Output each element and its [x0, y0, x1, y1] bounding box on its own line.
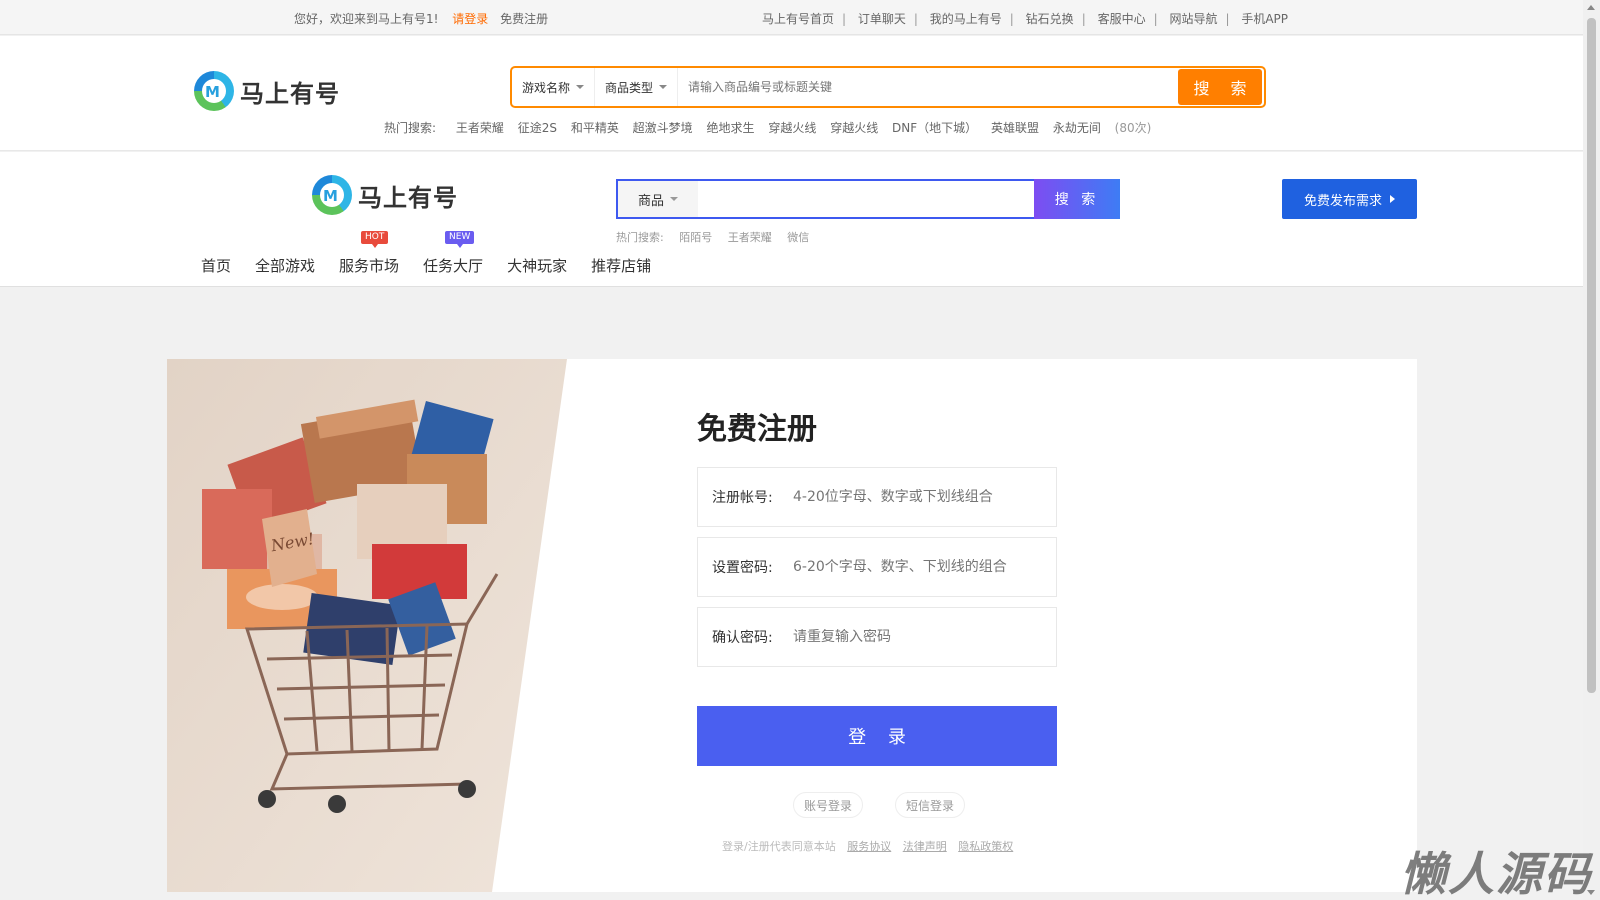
product-type-label: 商品类型 [605, 80, 654, 95]
top-link-app[interactable]: 手机APP [1241, 12, 1288, 26]
hot-search-item[interactable]: 穿越火线 [830, 121, 878, 135]
account-label: 注册帐号: [712, 490, 773, 506]
top-link-home[interactable]: 马上有号首页 [762, 12, 834, 26]
search-input[interactable] [678, 68, 1178, 106]
nav-label: 推荐店铺 [591, 257, 652, 275]
hot-search-secondary: 热门搜索: 陌陌号 王者荣耀 微信 [616, 229, 821, 245]
hot-search-item[interactable]: 穿越火线 [768, 121, 816, 135]
account-input[interactable] [793, 489, 1056, 505]
site-logo-secondary[interactable]: M 马上有号 [312, 175, 458, 215]
hot-search-primary: 热门搜索: 王者荣耀 征途2S 和平精英 超激斗梦境 绝地求生 穿越火线 穿越火… [384, 119, 1161, 136]
nav-item-all-games[interactable]: 全部游戏 [255, 255, 315, 276]
hot-search-item[interactable]: 陌陌号 [679, 231, 712, 244]
welcome-area: 您好，欢迎来到马上有号1! 请登录 免费注册 [294, 10, 548, 27]
hot-search-item[interactable]: 王者荣耀 [456, 121, 504, 135]
hot-badge: HOT [361, 231, 389, 248]
search-bar-secondary: 商品 搜 索 [616, 179, 1120, 219]
agreement-line: 登录/注册代表同意本站 服务协议 法律声明 隐私政策权 [722, 838, 1013, 854]
service-agreement-link[interactable]: 服务协议 [847, 840, 891, 853]
shopping-cart-illustration: New! [167, 359, 567, 892]
hot-search-item[interactable]: 微信 [787, 231, 809, 244]
hot-search-item[interactable]: DNF（地下城） [892, 121, 977, 135]
hot-search-count: (80次) [1114, 121, 1152, 135]
form-title: 免费注册 [697, 412, 817, 447]
confirm-password-field: 确认密码: [697, 607, 1057, 667]
agreement-text: 登录/注册代表同意本站 [722, 840, 836, 853]
vertical-scrollbar[interactable] [1583, 0, 1600, 900]
nav-label: 大神玩家 [507, 257, 568, 275]
publish-demand-button[interactable]: 免费发布需求 [1282, 179, 1417, 219]
header-secondary: M 马上有号 商品 搜 索 热门搜索: 陌陌号 王者荣耀 微信 免费发布需求 首… [0, 152, 1583, 287]
publish-demand-label: 免费发布需求 [1303, 193, 1382, 209]
scrollbar-thumb[interactable] [1587, 18, 1596, 693]
nav-label: 任务大厅 [423, 257, 484, 275]
game-name-label: 游戏名称 [522, 80, 571, 95]
hot-search-item[interactable]: 超激斗梦境 [633, 121, 693, 135]
search-button[interactable]: 搜 索 [1178, 69, 1262, 105]
nav-item-home[interactable]: 首页 [201, 255, 231, 276]
account-field: 注册帐号: [697, 467, 1057, 527]
legal-notice-link[interactable]: 法律声明 [903, 840, 947, 853]
password-input[interactable] [793, 559, 1056, 575]
chevron-down-icon [659, 85, 668, 89]
password-label: 设置密码: [712, 560, 773, 576]
hot-search-label: 热门搜索: [616, 231, 664, 244]
privacy-policy-link[interactable]: 隐私政策权 [958, 840, 1013, 853]
register-link[interactable]: 免费注册 [500, 12, 548, 26]
search-button-secondary[interactable]: 搜 索 [1034, 179, 1120, 219]
logo-icon: M [312, 175, 352, 215]
welcome-text: 您好，欢迎来到马上有号1! [294, 12, 439, 26]
nav-label: 服务市场 [339, 257, 400, 275]
nav-item-service-market[interactable]: HOT 服务市场 [339, 231, 400, 276]
category-dropdown[interactable]: 商品 [618, 181, 698, 217]
confirm-password-input[interactable] [793, 629, 1056, 645]
top-bar: 您好，欢迎来到马上有号1! 请登录 免费注册 马上有号首页 | 订单聊天 | 我的马… [0, 0, 1583, 35]
confirm-password-label: 确认密码: [712, 630, 773, 646]
main-nav: 首页 全部游戏 HOT 服务市场 NEW 任务大厅 大神玩家 推荐店铺 [201, 231, 675, 276]
search-input-secondary[interactable] [698, 181, 1034, 217]
sms-login-button[interactable]: 短信登录 [895, 792, 966, 818]
logo-icon: M [194, 71, 234, 111]
hot-search-item[interactable]: 和平精英 [571, 121, 619, 135]
watermark: 懒人源码 [1400, 847, 1592, 900]
top-links: 马上有号首页 | 订单聊天 | 我的马上有号 | 钻石兑换 | 客服中心 | 网站导航 | … [762, 12, 1289, 26]
header-primary: M 马上有号 游戏名称 商品类型 搜 索 热门搜索: 王者荣耀 征途2S 和平精… [0, 36, 1583, 151]
scroll-up-icon[interactable] [1587, 5, 1595, 10]
logo-text: 马上有号 [240, 79, 340, 108]
nav-item-task-hall[interactable]: NEW 任务大厅 [423, 231, 484, 276]
site-logo[interactable]: M 马上有号 [194, 71, 340, 111]
caret-right-icon [1390, 195, 1395, 203]
category-label: 商品 [637, 193, 664, 209]
hot-search-item[interactable]: 征途2S [518, 121, 557, 135]
nav-item-top-players[interactable]: 大神玩家 [507, 255, 567, 276]
hot-search-label: 热门搜索: [384, 121, 437, 135]
password-field: 设置密码: [697, 537, 1057, 597]
nav-label: 全部游戏 [255, 257, 316, 275]
hot-search-item[interactable]: 绝地求生 [707, 121, 755, 135]
login-link[interactable]: 请登录 [452, 12, 488, 26]
top-link-sitemap[interactable]: 网站导航 [1169, 12, 1217, 26]
nav-item-shops[interactable]: 推荐店铺 [591, 255, 651, 276]
logo-text: 马上有号 [358, 183, 458, 212]
top-link-service[interactable]: 客服中心 [1098, 12, 1146, 26]
hot-search-item[interactable]: 永劫无间 [1053, 121, 1101, 135]
nav-label: 首页 [201, 257, 232, 275]
new-badge: NEW [445, 231, 475, 248]
submit-button[interactable]: 登 录 [697, 706, 1057, 766]
game-name-dropdown[interactable]: 游戏名称 [512, 68, 596, 106]
hot-search-item[interactable]: 王者荣耀 [728, 231, 772, 244]
account-login-button[interactable]: 账号登录 [793, 792, 864, 818]
chevron-down-icon [670, 197, 678, 201]
register-card: New! 免费注册 注册帐号: 设置密码: 确认密码: [167, 359, 1417, 892]
hot-search-item[interactable]: 英雄联盟 [991, 121, 1039, 135]
top-link-diamond[interactable]: 钻石兑换 [1026, 12, 1074, 26]
chevron-down-icon [576, 85, 585, 89]
top-link-my-account[interactable]: 我的马上有号 [930, 12, 1002, 26]
search-bar-primary: 游戏名称 商品类型 搜 索 [510, 66, 1266, 108]
top-link-order-chat[interactable]: 订单聊天 [858, 12, 906, 26]
product-type-dropdown[interactable]: 商品类型 [595, 68, 679, 106]
